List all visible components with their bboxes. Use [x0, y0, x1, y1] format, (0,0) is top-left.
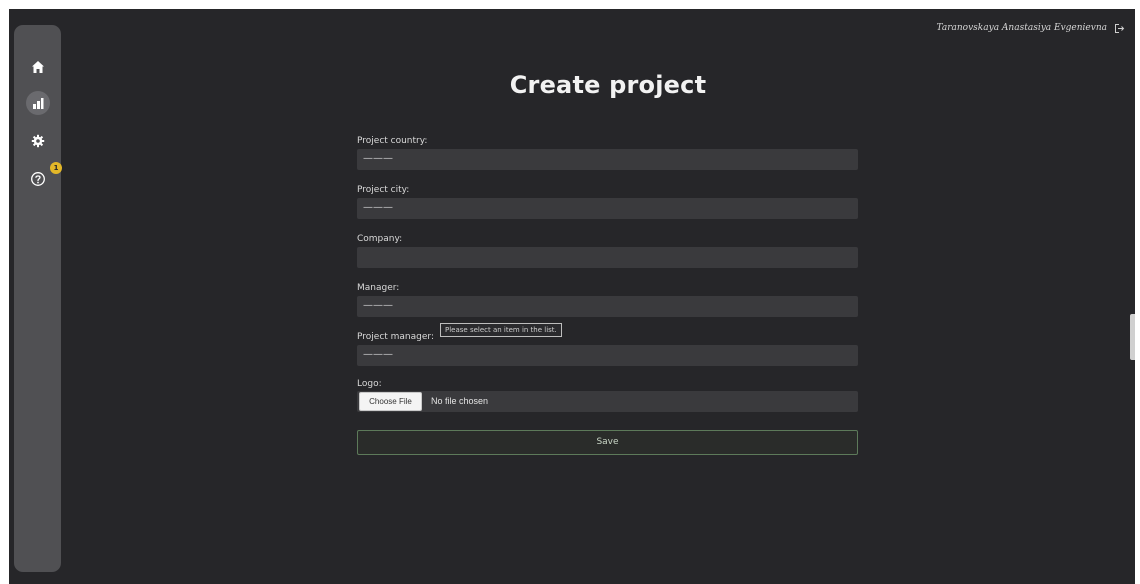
logo-label: Logo:	[357, 379, 382, 389]
question-icon	[31, 172, 45, 186]
project-city-label: Project city:	[357, 185, 410, 195]
project-country-select[interactable]: ———	[357, 149, 858, 170]
page-title: Create project	[509, 71, 707, 99]
project-manager-field: Project manager: Please select an item i…	[357, 323, 858, 366]
save-button[interactable]: Save	[357, 430, 858, 455]
gear-icon	[31, 134, 45, 148]
side-panel-handle[interactable]	[1130, 314, 1135, 360]
manager-field: Manager: ———	[357, 282, 858, 317]
project-manager-label: Project manager:	[357, 332, 434, 342]
project-city-value: ———	[363, 202, 393, 213]
logout-button[interactable]	[1114, 23, 1125, 34]
user-bar: Taranovskaya Anastasiya Evgenievna	[937, 20, 1125, 36]
project-city-select[interactable]: ———	[357, 198, 858, 219]
logo-field: Logo:	[357, 378, 858, 390]
validation-tooltip: Please select an item in the list.	[440, 323, 562, 337]
project-country-label: Project country:	[357, 136, 428, 146]
logo-file-input[interactable]: Choose File No file chosen	[357, 391, 858, 412]
app-window: 1 Taranovskaya Anastasiya Evgenievna Cre…	[9, 9, 1135, 584]
project-manager-value: ———	[363, 349, 393, 360]
manager-select[interactable]: ———	[357, 296, 858, 317]
project-city-field: Project city: ———	[357, 184, 858, 219]
company-label: Company:	[357, 234, 403, 244]
choose-file-button[interactable]: Choose File	[359, 392, 422, 411]
sidebar-item-settings[interactable]	[26, 129, 50, 153]
project-country-value: ———	[363, 153, 393, 164]
logout-icon	[1115, 23, 1125, 33]
manager-value: ———	[363, 300, 393, 311]
file-status: No file chosen	[431, 396, 489, 406]
project-country-field: Project country: ———	[357, 135, 858, 170]
project-manager-select[interactable]: ———	[357, 345, 858, 366]
user-name[interactable]: Taranovskaya Anastasiya Evgenievna	[937, 23, 1107, 33]
sidebar	[14, 25, 61, 572]
company-field: Company:	[357, 233, 858, 268]
sidebar-item-help[interactable]	[26, 167, 50, 191]
manager-label: Manager:	[357, 283, 400, 293]
notification-badge: 1	[50, 162, 62, 174]
company-input[interactable]	[357, 247, 858, 268]
